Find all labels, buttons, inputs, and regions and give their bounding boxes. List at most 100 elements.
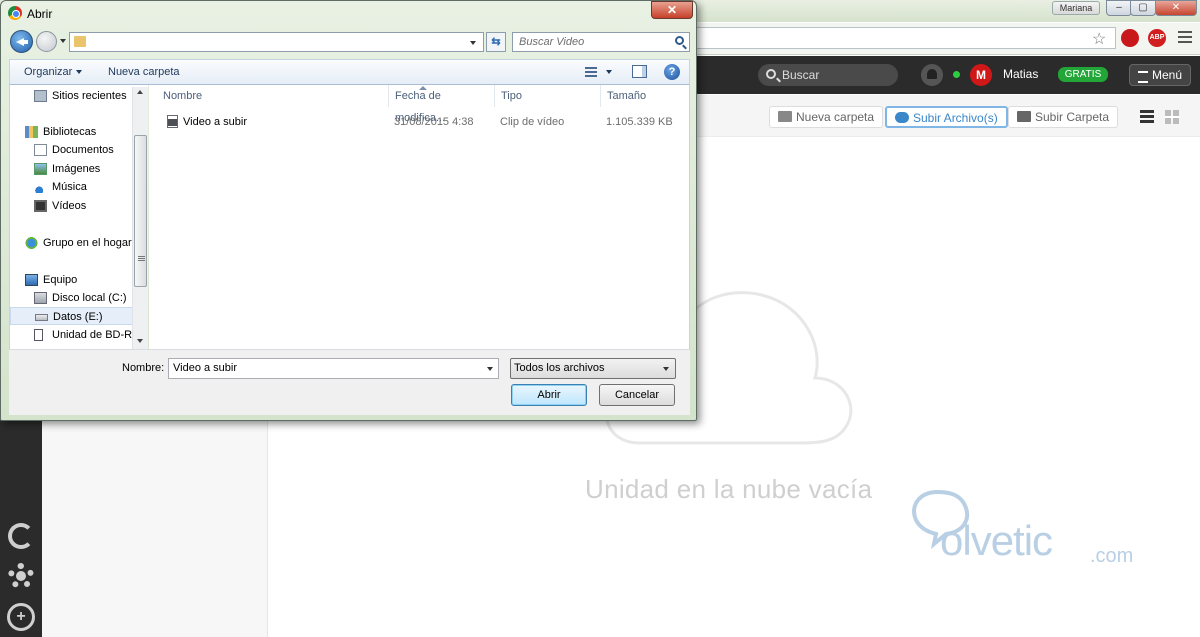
bookmark-star-icon[interactable]: ☆ [1092,29,1106,49]
open-file-dialog: Abrir ✕ ⇆ Buscar Video Organizar Nueva c… [0,0,697,421]
search-icon [675,36,684,45]
organize-menu[interactable]: Organizar [24,66,83,78]
drive-icon [35,314,48,321]
upload-folder-label: Subir Carpeta [1035,110,1110,124]
help-icon[interactable]: ? [664,64,680,80]
plan-badge[interactable]: GRATIS [1058,67,1108,82]
stop-extension-icon[interactable] [1121,29,1139,47]
app-search-input[interactable]: Buscar [758,64,898,86]
forward-arrow-icon[interactable] [36,31,57,52]
user-name[interactable]: Matias [1003,67,1038,81]
new-folder-command[interactable]: Nueva carpeta [108,66,180,78]
watermark-suffix: .com [1090,545,1134,567]
views-icon[interactable] [585,67,597,78]
command-bar: Organizar Nueva carpeta ? [9,59,690,85]
empty-drive-message: Unidad en la nube vacía [585,474,873,504]
videos-icon [34,200,47,212]
folder-icon [74,36,86,47]
upload-files-button[interactable]: Subir Archivo(s) [885,106,1008,128]
watermark-text: olvetic [940,517,1053,564]
scroll-down-icon[interactable] [137,339,143,343]
new-folder-label: Nueva carpeta [796,110,875,124]
dialog-close-button[interactable]: ✕ [651,1,693,19]
history-dropdown-icon[interactable] [60,39,66,43]
filename-field[interactable]: Video a subir [168,358,499,379]
documents-icon [34,144,47,156]
chevron-down-icon [76,70,83,75]
homegroup-icon [25,237,38,249]
nav-item-label: Grupo en el hogar [43,237,132,249]
recycle-icon[interactable] [8,523,34,549]
column-header-name[interactable]: Nombre [157,85,389,107]
list-view-icon[interactable] [1140,110,1154,123]
chevron-down-icon[interactable] [487,367,493,371]
dialog-title: Abrir [27,7,53,21]
dialog-search-placeholder: Buscar Video [519,36,585,48]
adblock-plus-icon[interactable]: ABP [1148,29,1166,47]
chevron-down-icon[interactable] [606,70,612,74]
notifications-bell-icon[interactable] [921,64,943,86]
app-menu-button[interactable]: Menú [1129,64,1191,86]
nav-item-label: Sitios recientes [52,90,127,102]
dialog-search-input[interactable]: Buscar Video [512,32,690,52]
nav-item-label: Vídeos [52,200,87,212]
nav-item-label: Equipo [43,274,78,286]
back-arrow-icon[interactable] [10,30,33,53]
restore-button[interactable]: ▢ [1130,0,1156,16]
computer-icon [25,274,38,286]
search-icon [766,69,776,79]
nav-item-label: Bibliotecas [43,126,97,138]
images-icon [34,163,47,175]
column-header-type[interactable]: Tipo [495,85,601,107]
open-button[interactable]: Abrir [511,384,587,406]
cloud-upload-icon [895,112,909,123]
nav-item-label: Disco local (C:) [52,292,127,304]
filetype-select[interactable]: Todos los archivos [510,358,676,379]
chevron-down-icon[interactable] [470,41,476,45]
nav-item-data-e[interactable]: Datos (E:) [10,307,141,325]
nav-item-label: Documentos [52,144,114,156]
filetype-value: Todos los archivos [514,362,605,374]
gear-icon[interactable] [8,563,34,589]
nav-scrollbar[interactable] [132,87,148,349]
path-bar[interactable] [69,32,484,52]
file-date: 31/08/2015 4:38 [394,116,474,128]
scrollbar-thumb[interactable] [134,135,147,287]
profile-badge[interactable]: Mariana [1052,1,1100,15]
scroll-up-icon[interactable] [137,90,143,94]
libraries-icon [25,126,38,138]
organize-label: Organizar [24,66,73,78]
add-circle-icon[interactable]: + [7,603,35,631]
grid-view-icon[interactable] [1165,110,1179,124]
table-row[interactable]: Video a subir 31/08/2015 4:38 Clip de ví… [149,113,689,131]
preview-pane-icon[interactable] [632,65,647,78]
dialog-titlebar[interactable]: Abrir ✕ [1,1,696,27]
browser-menu-icon[interactable] [1178,31,1192,43]
dialog-footer: Nombre: Video a subir Todos los archivos… [9,349,690,415]
cancel-button[interactable]: Cancelar [599,384,675,406]
file-list: Nombre Fecha de modifica... Tipo Tamaño … [149,85,690,349]
browser-close-button[interactable]: ✕ [1155,0,1197,16]
navigation-pane: Sitios recientes Bibliotecas Documentos … [9,85,148,349]
minimize-button[interactable]: – [1106,0,1132,16]
refresh-icon[interactable]: ⇆ [486,32,506,52]
online-status-dot [953,71,960,78]
folder-plus-icon [778,111,792,122]
new-folder-button[interactable]: Nueva carpeta [769,106,884,128]
upload-files-label: Subir Archivo(s) [913,111,998,125]
upload-folder-button[interactable]: Subir Carpeta [1008,106,1119,128]
file-size: 1.105.339 KB [606,116,673,128]
file-type: Clip de vídeo [500,116,565,128]
chrome-icon [8,6,22,20]
column-header-date[interactable]: Fecha de modifica... [389,85,495,124]
nav-item-label: Unidad de BD-RO [52,329,141,341]
app-search-placeholder: Buscar [782,68,820,82]
music-icon [34,181,47,193]
url-input[interactable] [690,27,1116,49]
column-header-size[interactable]: Tamaño [601,85,689,107]
nav-item-label: Música [52,181,87,193]
local-disk-icon [34,292,47,304]
avatar[interactable]: M [970,64,992,86]
nav-item-label: Imágenes [52,163,101,175]
video-file-icon [167,115,178,128]
